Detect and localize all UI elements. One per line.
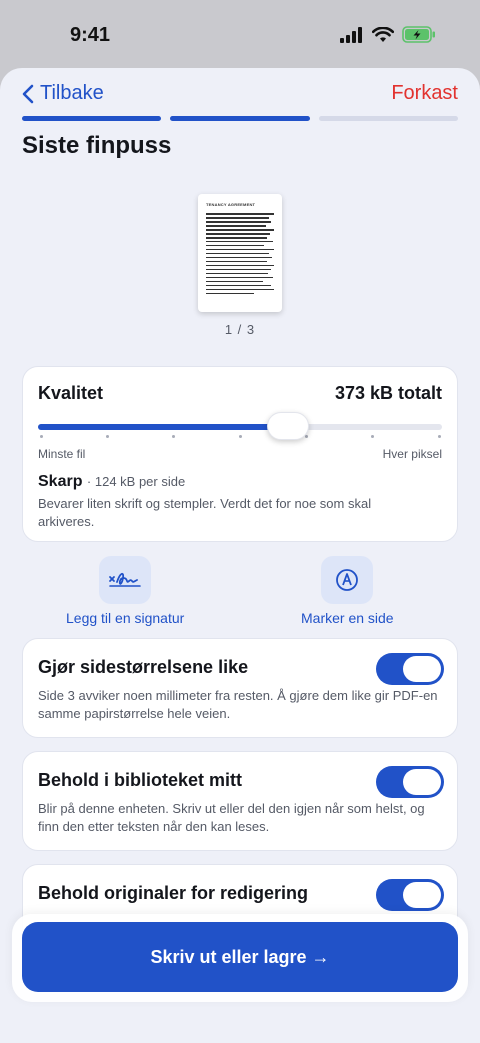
quality-description: Bevarer liten skrift og stempler. Verdt … — [38, 496, 372, 529]
thumbnail-line — [206, 228, 274, 231]
thumbnail-line — [206, 260, 267, 263]
thumbnail-line — [206, 284, 272, 287]
thumbnail-line — [206, 272, 268, 275]
page-title: Siste finpuss — [22, 132, 172, 159]
signature-icon — [99, 556, 152, 604]
slider-tick — [238, 435, 242, 438]
progress-step — [22, 116, 162, 121]
switch-knob — [403, 656, 441, 682]
toggle-title: Behold i biblioteket mitt — [38, 770, 243, 790]
switch-knob — [403, 769, 441, 795]
quality-per-page: · 124 kB per side — [86, 474, 186, 489]
slider-tick — [437, 435, 441, 438]
toggle-title: Gjør sidestørrelsene like — [38, 657, 249, 677]
modal-sheet: Tilbake Forkast Siste finpuss TENANCY AG… — [0, 68, 480, 1043]
switch-knob — [403, 882, 441, 908]
quality-slider-handle[interactable] — [267, 412, 310, 440]
thumbnail-line — [206, 236, 268, 239]
keep-library-switch[interactable] — [376, 766, 444, 798]
thumbnail-line — [206, 280, 264, 283]
slider-tick — [371, 435, 375, 438]
toggle-title: Behold originaler for redigering — [38, 883, 309, 903]
status-bar: 9:41 — [0, 0, 480, 70]
thumbnail-line — [206, 213, 274, 215]
quality-slider-fill — [38, 424, 289, 430]
toggle-description: Side 3 avviker noen millimeter fra reste… — [38, 688, 438, 721]
step-progress — [22, 116, 458, 121]
page-thumbnail[interactable]: TENANCY AGREEMENT — [198, 194, 282, 312]
thumbnail-line — [206, 256, 272, 259]
thumbnail-line — [206, 232, 270, 235]
quality-slider-track[interactable] — [38, 424, 442, 430]
quality-level: Skarp · 124 kB per side — [38, 473, 185, 491]
toggle-card-keep-library: Behold i biblioteket mitt Blir på denne … — [22, 751, 458, 851]
back-button[interactable]: Tilbake — [22, 82, 104, 105]
battery-charging-icon — [402, 26, 435, 43]
thumbnail-line — [206, 264, 274, 267]
thumbnail-line — [206, 224, 266, 227]
thumbnail-doc-title: TENANCY AGREEMENT — [206, 202, 256, 207]
thumbnail-line — [206, 276, 274, 279]
add-signature-button[interactable]: Legg til en signatur — [66, 556, 184, 626]
status-time: 9:41 — [70, 24, 111, 46]
quality-total-size: 373 kB totalt — [334, 383, 442, 403]
thumbnail-line — [206, 252, 270, 255]
quality-title: Kvalitet — [38, 383, 104, 403]
progress-step — [318, 116, 458, 121]
page-counter: 1 / 3 — [224, 322, 256, 337]
quality-level-name: Skarp — [38, 473, 83, 490]
progress-step — [170, 116, 310, 121]
slider-max-label: Hver piksel — [382, 447, 442, 461]
status-icons — [340, 26, 436, 43]
thumbnail-line — [206, 292, 254, 295]
keep-originals-switch[interactable] — [376, 879, 444, 911]
slider-tick — [39, 435, 43, 438]
back-label: Tilbake — [40, 82, 104, 104]
toggle-description: Blir på denne enheten. Skriv ut eller de… — [38, 801, 425, 834]
mark-page-button[interactable]: Marker en side — [301, 556, 394, 626]
slider-tick — [105, 435, 109, 438]
equal-sizes-switch[interactable] — [376, 653, 444, 685]
slider-min-label: Minste fil — [38, 447, 86, 461]
thumbnail-text-lines — [206, 213, 274, 295]
discard-button[interactable]: Forkast — [391, 82, 458, 105]
thumbnail-line — [206, 220, 272, 223]
quality-card: Kvalitet 373 kB totalt Minste fil Hver p… — [22, 366, 458, 542]
thumbnail-line — [206, 248, 274, 251]
toggle-card-equal-sizes: Gjør sidestørrelsene like Side 3 avviker… — [22, 638, 458, 738]
thumbnail-line — [206, 268, 271, 271]
wifi-icon — [372, 26, 394, 42]
slider-tick — [172, 435, 176, 438]
add-signature-label: Legg til en signatur — [66, 610, 185, 626]
chevron-left-icon — [22, 84, 34, 103]
print-or-save-button[interactable]: Skriv ut eller lagre → — [22, 922, 458, 992]
nav-bar: Tilbake Forkast — [0, 68, 480, 118]
thumbnail-line — [206, 288, 274, 291]
mark-page-label: Marker en side — [301, 610, 394, 626]
bottom-action-bar: Skriv ut eller lagre → — [12, 914, 468, 1002]
thumbnail-line — [206, 216, 269, 219]
thumbnail-line — [206, 244, 265, 247]
thumbnail-line — [206, 240, 273, 243]
markup-pen-icon — [321, 556, 374, 604]
cellular-signal-icon — [340, 26, 362, 43]
